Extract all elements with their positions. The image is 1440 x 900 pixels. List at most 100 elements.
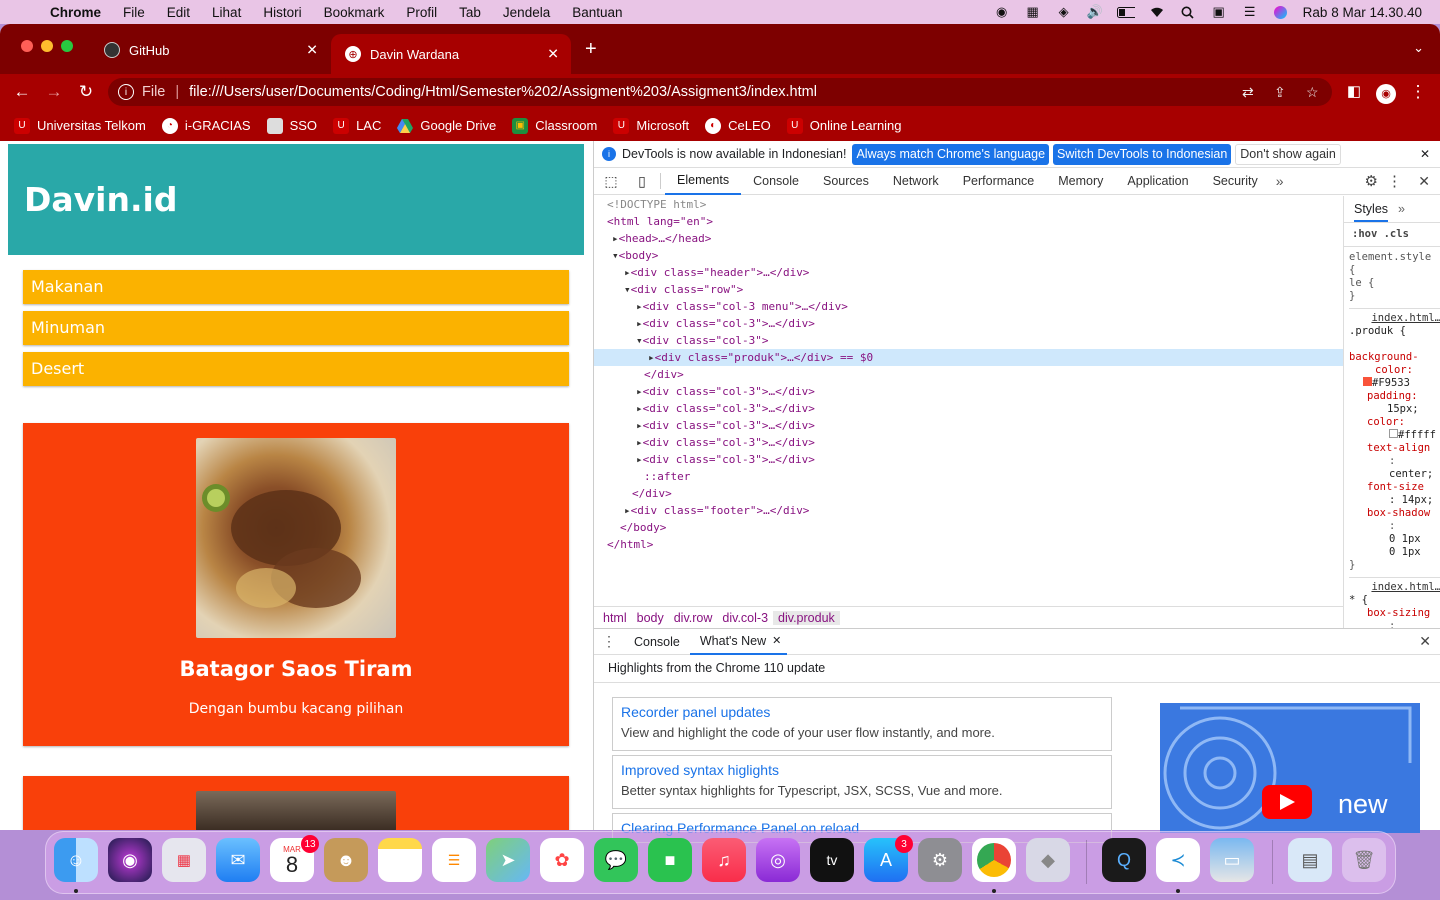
menu-window[interactable]: Jendela: [503, 5, 550, 20]
more-tabs-icon[interactable]: »: [1276, 173, 1284, 189]
minimize-window-button[interactable]: [41, 40, 53, 52]
menu-help[interactable]: Bantuan: [572, 5, 622, 20]
system-settings-icon[interactable]: ⚙: [918, 838, 962, 882]
site-info-icon[interactable]: i: [118, 84, 134, 100]
profile-avatar[interactable]: ◉: [1375, 82, 1397, 104]
dom-line[interactable]: ▸<div class="footer">…</div>: [594, 502, 1343, 519]
settings-gear-icon[interactable]: ⚙: [1365, 172, 1378, 190]
downloads-folder-icon[interactable]: ▤: [1288, 838, 1332, 882]
close-tab-icon[interactable]: ✕: [547, 46, 559, 63]
crumb-div-produk[interactable]: div.produk: [773, 610, 840, 625]
dom-line[interactable]: ▸<div class="col-3">…</div>: [594, 434, 1343, 451]
dom-line[interactable]: </div>: [594, 485, 1343, 502]
tab-elements[interactable]: Elements: [665, 168, 742, 195]
menu-item-makanan[interactable]: Makanan: [23, 270, 569, 304]
tab-memory[interactable]: Memory: [1046, 168, 1115, 195]
dom-line[interactable]: ▾<div class="row">: [594, 281, 1343, 298]
bookmark-sso[interactable]: SSO: [266, 117, 317, 134]
tab-sources[interactable]: Sources: [811, 168, 881, 195]
bookmark-universitas-telkom[interactable]: U Universitas Telkom: [14, 117, 146, 134]
battery-icon[interactable]: [1116, 5, 1135, 19]
device-toolbar-icon[interactable]: ▯: [628, 173, 656, 190]
reload-button[interactable]: ↻: [75, 82, 97, 102]
dom-line[interactable]: <html lang="en">: [594, 213, 1343, 230]
switch-language-button[interactable]: Switch DevTools to Indonesian: [1053, 143, 1232, 165]
side-panel-icon[interactable]: ◧: [1343, 82, 1365, 100]
menu-profile[interactable]: Profil: [406, 5, 437, 20]
preview-icon[interactable]: ▭: [1210, 838, 1254, 882]
tab-performance[interactable]: Performance: [951, 168, 1047, 195]
layers-icon[interactable]: ◈: [1055, 4, 1073, 19]
url-text[interactable]: file:///Users/user/Documents/Coding/Html…: [189, 84, 817, 100]
dom-line[interactable]: ▾<body>: [594, 247, 1343, 264]
dom-line[interactable]: </html>: [594, 536, 1343, 553]
bookmark-celeo[interactable]: ◐ CeLEO: [705, 117, 771, 134]
status-app-icon[interactable]: ◉: [993, 4, 1011, 19]
menu-tab[interactable]: Tab: [459, 5, 481, 20]
bookmark-microsoft[interactable]: U Microsoft: [613, 117, 689, 134]
chrome-menu-icon[interactable]: ⋮: [1407, 82, 1429, 102]
match-language-button[interactable]: Always match Chrome's language: [852, 143, 1050, 165]
drawer-tab-whats-new[interactable]: What's New ✕: [689, 628, 788, 655]
dom-line-selected[interactable]: ▸<div class="produk">…</div> == $0: [594, 349, 1343, 366]
close-tab-icon[interactable]: ✕: [306, 42, 318, 59]
share-icon[interactable]: ⇪: [1274, 84, 1286, 101]
chrome-icon[interactable]: [972, 838, 1016, 882]
maps-icon[interactable]: ➤: [486, 838, 530, 882]
elements-dom-tree[interactable]: <!DOCTYPE html> <html lang="en"> ▸<head>…: [594, 196, 1343, 606]
dom-line[interactable]: ▸<div class="col-3">…</div>: [594, 315, 1343, 332]
finder-icon[interactable]: ☺: [54, 838, 98, 882]
tab-console[interactable]: Console: [741, 168, 811, 195]
photos-icon[interactable]: ✿: [540, 838, 584, 882]
dom-line[interactable]: ▸<div class="col-3">…</div>: [594, 383, 1343, 400]
apple-tv-icon[interactable]: tv: [810, 838, 854, 882]
trash-icon[interactable]: 🗑: [1342, 838, 1386, 882]
bookmark-star-icon[interactable]: ☆: [1306, 84, 1319, 101]
whats-new-card[interactable]: Improved syntax higlights Better syntax …: [612, 755, 1112, 809]
close-window-button[interactable]: [21, 40, 33, 52]
menu-history[interactable]: Histori: [263, 5, 301, 20]
tab-network[interactable]: Network: [881, 168, 951, 195]
wifi-icon[interactable]: [1148, 5, 1166, 19]
quicktime-icon[interactable]: Q: [1102, 838, 1146, 882]
dom-line[interactable]: ▸<div class="col-3">…</div>: [594, 417, 1343, 434]
music-icon[interactable]: ♫: [702, 838, 746, 882]
dom-line[interactable]: ▸<div class="header">…</div>: [594, 264, 1343, 281]
control-center-icon[interactable]: ☰: [1241, 4, 1259, 19]
siri-icon[interactable]: ◉: [108, 838, 152, 882]
close-drawer-icon[interactable]: ✕: [1419, 633, 1431, 650]
dom-line[interactable]: ::after: [594, 468, 1343, 485]
podcasts-icon[interactable]: ◎: [756, 838, 800, 882]
volume-icon[interactable]: 🔊: [1086, 4, 1104, 19]
app-store-icon[interactable]: A3: [864, 835, 913, 882]
bookmark-igracias[interactable]: ◔ i-GRACIAS: [161, 117, 251, 134]
menu-view[interactable]: Lihat: [212, 5, 241, 20]
card-title[interactable]: Improved syntax higlights: [621, 762, 1103, 778]
styles-filter[interactable]: :hov .cls: [1344, 223, 1440, 247]
close-tab-icon[interactable]: ✕: [772, 634, 781, 647]
menu-app-chrome[interactable]: Chrome: [50, 5, 101, 20]
dom-line[interactable]: ▸<div class="col-3 menu">…</div>: [594, 298, 1343, 315]
tab-security[interactable]: Security: [1201, 168, 1270, 195]
bookmark-lac[interactable]: U LAC: [333, 117, 381, 134]
dom-line[interactable]: ▸<head>…</head>: [594, 230, 1343, 247]
close-infobar-icon[interactable]: ✕: [1420, 147, 1430, 161]
contacts-icon[interactable]: ☻: [324, 838, 368, 882]
crumb-div-row[interactable]: div.row: [669, 611, 718, 625]
tab-application[interactable]: Application: [1115, 168, 1200, 195]
drawer-menu-icon[interactable]: ⋮: [594, 633, 624, 650]
inspect-element-icon[interactable]: ⬚: [594, 173, 628, 190]
zoom-window-button[interactable]: [61, 40, 73, 52]
dont-show-again-button[interactable]: Don't show again: [1235, 143, 1341, 165]
roblox-icon[interactable]: ◆: [1026, 838, 1070, 882]
dom-line[interactable]: ▸<div class="col-3">…</div>: [594, 451, 1343, 468]
crumb-div-col-3[interactable]: div.col-3: [717, 611, 773, 625]
whats-new-card[interactable]: Recorder panel updates View and highligh…: [612, 697, 1112, 751]
tab-davin-wardana[interactable]: ⊕ Davin Wardana ✕: [331, 34, 571, 74]
drawer-tab-console[interactable]: Console: [624, 635, 690, 649]
translate-icon[interactable]: ⇄: [1242, 84, 1254, 101]
dom-line[interactable]: </div>: [594, 366, 1343, 383]
vscode-icon[interactable]: ≺: [1156, 838, 1200, 882]
back-button[interactable]: ←: [11, 82, 33, 102]
dom-line[interactable]: <!DOCTYPE html>: [594, 196, 1343, 213]
